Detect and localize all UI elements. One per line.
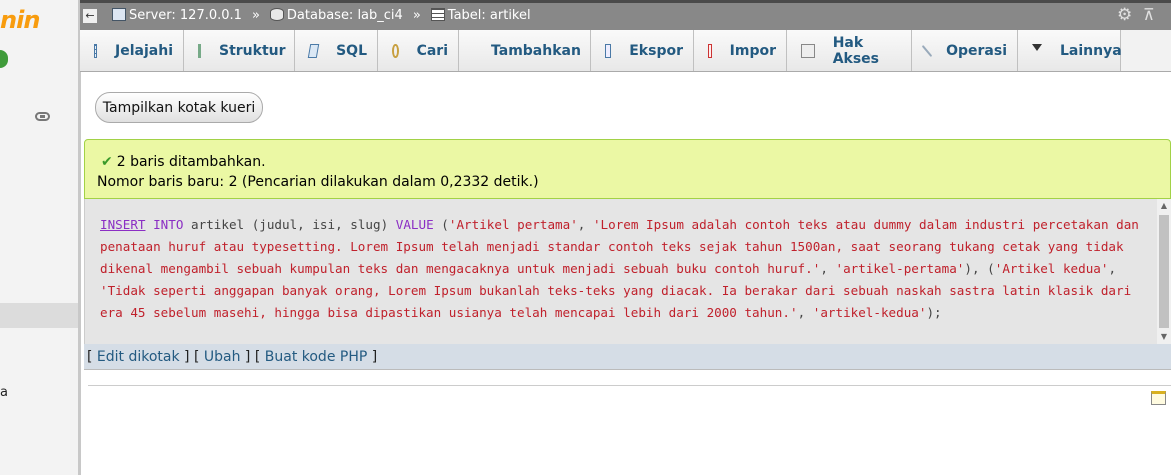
link-icon[interactable]	[35, 112, 50, 121]
operations-icon	[921, 44, 933, 57]
success-new-row-info: Nomor baris baru: 2 (Pencarian dilakukan…	[97, 174, 539, 190]
search-icon	[392, 43, 399, 58]
tab-label: Tambahkan	[491, 42, 581, 59]
import-icon	[708, 43, 712, 58]
create-php-code-link[interactable]: Buat kode PHP	[265, 349, 368, 365]
sql-query-text: INSERT INTO artikel (judul, isi, slug) V…	[100, 217, 1147, 320]
tab-search[interactable]: Cari	[378, 30, 459, 71]
collapse-icon[interactable]: ⊼	[1143, 6, 1155, 23]
sql-string-title-1: 'Artikel pertama'	[448, 217, 578, 232]
tab-privileges[interactable]: Hak Akses	[787, 30, 912, 71]
nav-selected-row[interactable]	[0, 303, 78, 328]
edit-inline-link[interactable]: Edit dikotak	[97, 349, 180, 365]
sql-string-slug-2: 'artikel-kedua'	[812, 305, 927, 320]
sql-string-title-2: 'Artikel kedua'	[994, 261, 1109, 276]
breadcrumb-separator: »	[412, 8, 421, 23]
sql-string-body-2: 'Tidak seperti anggapan banyak orang, Lo…	[100, 283, 1139, 320]
breadcrumb-database[interactable]: Database: lab_ci4	[269, 8, 403, 23]
breadcrumb-database-label[interactable]: Database: lab_ci4	[287, 8, 403, 23]
tab-operations[interactable]: Operasi	[912, 30, 1018, 71]
tab-label: Operasi	[946, 42, 1007, 59]
scroll-up-icon[interactable]: ▲	[1157, 199, 1171, 213]
server-breadcrumb-bar: ← Server: 127.0.0.1 » Database: lab_ci4 …	[80, 0, 1171, 32]
sql-keyword-insert[interactable]: INSERT	[100, 217, 146, 232]
gear-icon[interactable]: ⚙	[1117, 7, 1132, 24]
sql-keyword-value: VALUE	[395, 217, 434, 232]
console-note-icon[interactable]	[1151, 391, 1166, 405]
top-border	[80, 0, 1171, 3]
browse-icon	[94, 43, 98, 58]
sql-query-display: INSERT INTO artikel (judul, isi, slug) V…	[84, 199, 1171, 344]
divider	[88, 385, 1171, 386]
tab-label: Impor	[729, 42, 776, 59]
structure-icon	[198, 43, 201, 58]
query-action-links: [ Edit dikotak ] [ Ubah ] [ Buat kode PH…	[84, 344, 1171, 370]
tab-structure[interactable]: Struktur	[184, 30, 295, 71]
tab-label: Lainnya	[1060, 42, 1122, 59]
tab-label: Jelajahi	[115, 42, 173, 59]
tab-more[interactable]: Lainnya	[1018, 30, 1122, 71]
success-message: ✔ 2 baris ditambahkan. Nomor baris baru: …	[84, 139, 1171, 199]
table-tabs: Jelajahi Struktur SQL Cari Tambahkan Eks…	[80, 30, 1171, 72]
scrollbar-thumb[interactable]	[1159, 215, 1169, 328]
privileges-icon	[801, 43, 815, 58]
tab-label: Cari	[416, 42, 448, 59]
tab-label: Struktur	[219, 42, 286, 59]
tab-label: Hak Akses	[832, 34, 880, 67]
back-arrow-icon[interactable]: ←	[83, 9, 97, 23]
tab-browse[interactable]: Jelajahi	[80, 30, 184, 71]
breadcrumb: Server: 127.0.0.1 » Database: lab_ci4 » …	[112, 8, 531, 23]
sql-icon	[307, 43, 320, 58]
sql-scrollbar[interactable]: ▲ ▼	[1157, 199, 1171, 344]
phpmyadmin-logo[interactable]: nin	[0, 6, 40, 34]
sql-string-slug-1: 'artikel-pertama'	[835, 261, 965, 276]
sql-keyword-into: INTO	[153, 217, 184, 232]
tab-label: Ekspor	[629, 42, 683, 59]
breadcrumb-separator: »	[251, 8, 260, 23]
tab-export[interactable]: Ekspor	[591, 30, 694, 71]
success-check-icon: ✔	[101, 154, 113, 170]
server-icon	[112, 8, 126, 21]
breadcrumb-server-label[interactable]: Server: 127.0.0.1	[129, 8, 242, 23]
tab-import[interactable]: Impor	[694, 30, 787, 71]
more-dropdown-icon	[1032, 43, 1042, 58]
tab-insert[interactable]: Tambahkan	[459, 30, 591, 71]
show-query-box-button[interactable]: Tampilkan kotak kueri	[95, 92, 263, 123]
export-icon	[605, 43, 612, 58]
home-icon[interactable]	[0, 50, 8, 68]
sql-table-columns: artikel (judul, isi, slug)	[191, 217, 389, 232]
nav-item-label[interactable]: a	[0, 385, 8, 400]
breadcrumb-table-label[interactable]: Tabel: artikel	[448, 8, 531, 23]
tab-sql[interactable]: SQL	[295, 30, 378, 71]
table-icon	[430, 8, 445, 21]
scroll-down-icon[interactable]: ▼	[1157, 330, 1171, 344]
left-navigation-panel: nin a	[0, 0, 79, 475]
edit-link[interactable]: Ubah	[204, 349, 241, 365]
database-icon	[269, 8, 284, 21]
tab-label: SQL	[336, 42, 367, 59]
breadcrumb-table[interactable]: Tabel: artikel	[430, 8, 531, 23]
success-rows-inserted: 2 baris ditambahkan.	[116, 154, 266, 170]
breadcrumb-server[interactable]: Server: 127.0.0.1	[112, 8, 242, 23]
